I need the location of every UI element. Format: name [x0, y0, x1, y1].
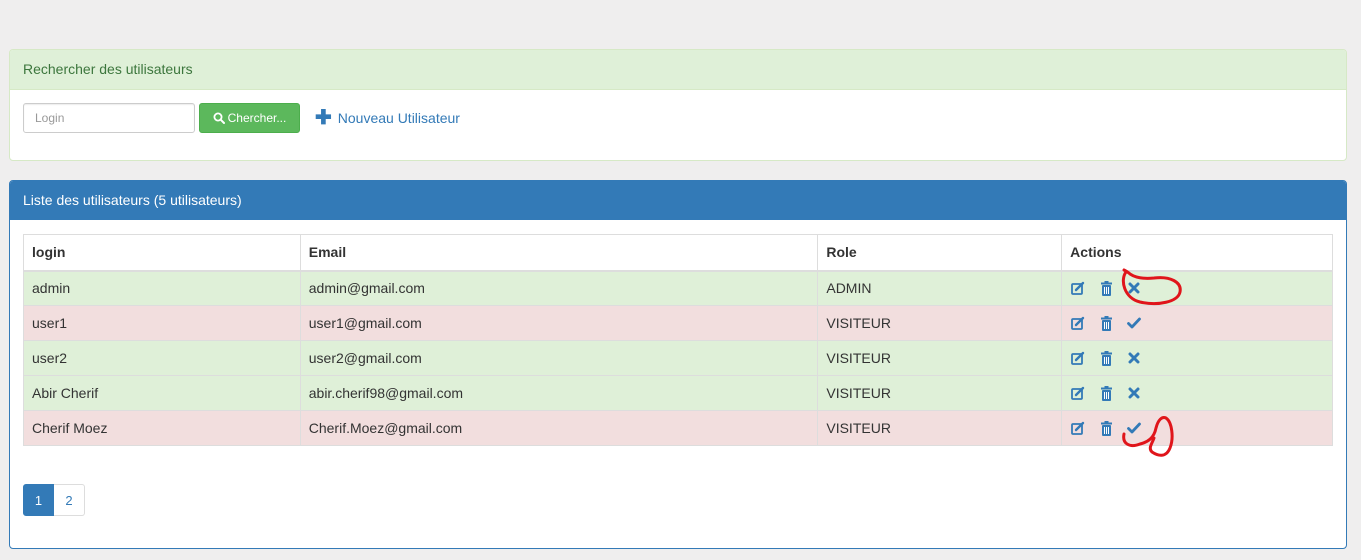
- cell-login: Cherif Moez: [23, 410, 301, 446]
- cell-actions: [1061, 410, 1333, 446]
- table-row: admin admin@gmail.com ADMIN: [23, 270, 1333, 306]
- page-1-button[interactable]: 1: [23, 484, 54, 516]
- cell-email: admin@gmail.com: [299, 270, 819, 306]
- table-row: user2 user2@gmail.com VISITEUR: [23, 340, 1333, 376]
- search-button-label: Chercher...: [227, 111, 287, 125]
- cell-login: admin: [23, 270, 301, 306]
- times-icon[interactable]: [1126, 385, 1142, 401]
- login-search-input[interactable]: [23, 103, 195, 133]
- trash-icon[interactable]: [1098, 350, 1114, 366]
- check-icon[interactable]: [1126, 420, 1142, 436]
- new-user-label: Nouveau Utilisateur: [337, 110, 460, 126]
- cell-role: VISITEUR: [817, 410, 1063, 446]
- trash-icon[interactable]: [1098, 420, 1114, 436]
- plus-icon: ✚: [315, 107, 332, 129]
- page-2-button[interactable]: 2: [54, 484, 85, 516]
- cell-actions: [1061, 270, 1333, 306]
- cell-role: VISITEUR: [817, 305, 1063, 341]
- table-row: Cherif Moez Cherif.Moez@gmail.com VISITEUR: [23, 410, 1333, 446]
- search-icon: [213, 112, 225, 124]
- column-header-role: Role: [817, 234, 1063, 272]
- cell-login: user1: [23, 305, 301, 341]
- trash-icon[interactable]: [1098, 280, 1114, 296]
- cell-actions: [1061, 305, 1333, 341]
- table-row: Abir Cherif abir.cherif98@gmail.com VISITE…: [23, 375, 1333, 411]
- cell-email: Cherif.Moez@gmail.com: [299, 410, 819, 446]
- edit-icon[interactable]: [1070, 350, 1086, 366]
- times-icon[interactable]: [1126, 280, 1142, 296]
- column-header-actions: Actions: [1061, 234, 1333, 272]
- table-header-row: login Email Role Actions: [23, 234, 1333, 272]
- users-table: login Email Role Actions admin admin@gmai…: [23, 234, 1333, 446]
- cell-login: Abir Cherif: [23, 375, 301, 411]
- times-icon[interactable]: [1126, 350, 1142, 366]
- cell-login: user2: [23, 340, 301, 376]
- users-list-panel: Liste des utilisateurs (5 utilisateurs) …: [9, 180, 1347, 549]
- column-header-email: Email: [299, 234, 819, 272]
- search-panel-title: Rechercher des utilisateurs: [10, 50, 1346, 90]
- cell-actions: [1061, 340, 1333, 376]
- trash-icon[interactable]: [1098, 385, 1114, 401]
- search-button[interactable]: Chercher...: [199, 103, 300, 133]
- cell-email: user1@gmail.com: [299, 305, 819, 341]
- search-panel: Rechercher des utilisateurs Chercher... …: [9, 49, 1347, 161]
- edit-icon[interactable]: [1070, 385, 1086, 401]
- column-header-login: login: [23, 234, 301, 272]
- users-list-title: Liste des utilisateurs (5 utilisateurs): [10, 181, 1346, 220]
- cell-role: VISITEUR: [817, 375, 1063, 411]
- new-user-link[interactable]: ✚ Nouveau Utilisateur: [315, 108, 460, 128]
- cell-actions: [1061, 375, 1333, 411]
- pagination: 1 2: [23, 484, 85, 516]
- edit-icon[interactable]: [1070, 315, 1086, 331]
- cell-role: VISITEUR: [817, 340, 1063, 376]
- cell-email: user2@gmail.com: [299, 340, 819, 376]
- edit-icon[interactable]: [1070, 420, 1086, 436]
- trash-icon[interactable]: [1098, 315, 1114, 331]
- edit-icon[interactable]: [1070, 280, 1086, 296]
- cell-role: ADMIN: [817, 270, 1063, 306]
- cell-email: abir.cherif98@gmail.com: [299, 375, 819, 411]
- table-row: user1 user1@gmail.com VISITEUR: [23, 305, 1333, 341]
- check-icon[interactable]: [1126, 315, 1142, 331]
